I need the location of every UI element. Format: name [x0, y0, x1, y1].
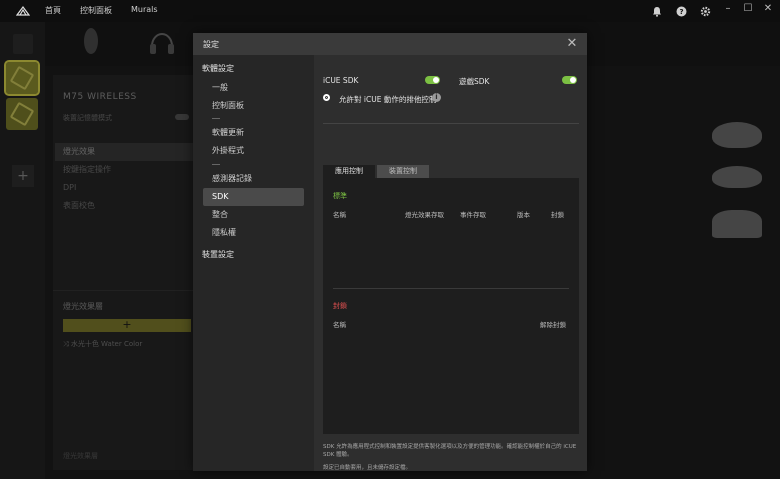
menu-separator — [212, 164, 220, 165]
icue-sdk-label: iCUE SDK — [323, 76, 359, 85]
game-sdk-label: 遊戲SDK — [459, 77, 490, 86]
help-icon[interactable]: ? — [674, 4, 688, 18]
menu-item-general[interactable]: 一般 — [203, 79, 304, 97]
svg-text:?: ? — [679, 8, 683, 16]
gear-icon[interactable] — [698, 4, 712, 18]
maximize-button[interactable]: ☐ — [742, 3, 754, 14]
top-nav: 首頁 控制面板 Murals — [45, 5, 158, 16]
blocked-col-unblock: 解除封鎖 — [540, 321, 566, 329]
info-icon[interactable]: i — [432, 93, 441, 102]
sdk-footer-note: 設定已自動套用，且未儲存設定檔。 — [323, 465, 412, 471]
title-bar: 首頁 控制面板 Murals ? – ☐ ✕ — [0, 0, 780, 22]
menu-item-privacy[interactable]: 隱私權 — [203, 224, 304, 242]
sdk-footer-description: SDK 允許為應用程式控制和裝置設定提供客製化選項以及方便的管理功能。確認能控制… — [323, 444, 577, 458]
dialog-header: 設定 ✕ — [193, 33, 587, 55]
section-divider — [323, 123, 579, 124]
blocked-col-name: 名稱 — [333, 321, 346, 329]
close-window-button[interactable]: ✕ — [762, 3, 774, 14]
col-lighting-access: 燈光效果存取 — [405, 211, 444, 219]
settings-menu: 軟體設定 一般 控制面板 軟體更新 外掛程式 感測器記錄 SDK 整合 隱私權 … — [193, 55, 314, 471]
exclusive-control-radio[interactable] — [323, 94, 330, 101]
col-event-access: 事件存取 — [460, 211, 486, 219]
standard-section-label: 標準 — [333, 192, 347, 200]
col-block: 封鎖 — [551, 211, 564, 219]
bell-icon[interactable] — [650, 4, 664, 18]
game-sdk-toggle[interactable] — [562, 76, 577, 84]
exclusive-control-label: 允許對 iCUE 動作的排他控制 — [339, 95, 437, 104]
settings-dialog: 設定 ✕ 軟體設定 一般 控制面板 軟體更新 外掛程式 感測器記錄 SDK 整合… — [193, 33, 587, 471]
nav-murals[interactable]: Murals — [131, 5, 158, 16]
col-name: 名稱 — [333, 211, 346, 219]
minimize-button[interactable]: – — [722, 3, 734, 14]
menu-item-sdk[interactable]: SDK — [203, 188, 304, 206]
blocked-section-label: 封鎖 — [333, 302, 347, 310]
corsair-logo-icon — [16, 6, 30, 16]
menu-item-integrations[interactable]: 整合 — [203, 206, 304, 224]
sdk-apps-table: 標準 名稱 燈光效果存取 事件存取 版本 封鎖 封鎖 名稱 解除封鎖 — [323, 178, 579, 434]
close-icon[interactable]: ✕ — [566, 36, 578, 51]
menu-item-software-update[interactable]: 軟體更新 — [203, 124, 304, 142]
software-settings-heading: 軟體設定 — [202, 64, 234, 73]
tab-device-control[interactable]: 裝置控制 — [377, 165, 429, 178]
menu-item-sensor-logging[interactable]: 感測器記錄 — [203, 170, 304, 188]
menu-separator — [212, 118, 220, 119]
menu-item-plugins[interactable]: 外掛程式 — [203, 142, 304, 160]
nav-dashboard[interactable]: 控制面板 — [80, 5, 112, 16]
tab-app-control[interactable]: 應用控制 — [323, 165, 375, 178]
nav-home[interactable]: 首頁 — [45, 5, 61, 16]
sdk-settings-content: iCUE SDK 遊戲SDK 允許對 iCUE 動作的排他控制 i 應用控制 裝… — [314, 55, 587, 471]
menu-item-dashboard[interactable]: 控制面板 — [203, 97, 304, 115]
col-version: 版本 — [517, 211, 530, 219]
icue-sdk-toggle[interactable] — [425, 76, 440, 84]
table-divider — [333, 288, 569, 289]
dialog-title: 設定 — [203, 40, 219, 49]
device-settings-heading[interactable]: 裝置設定 — [202, 249, 234, 260]
